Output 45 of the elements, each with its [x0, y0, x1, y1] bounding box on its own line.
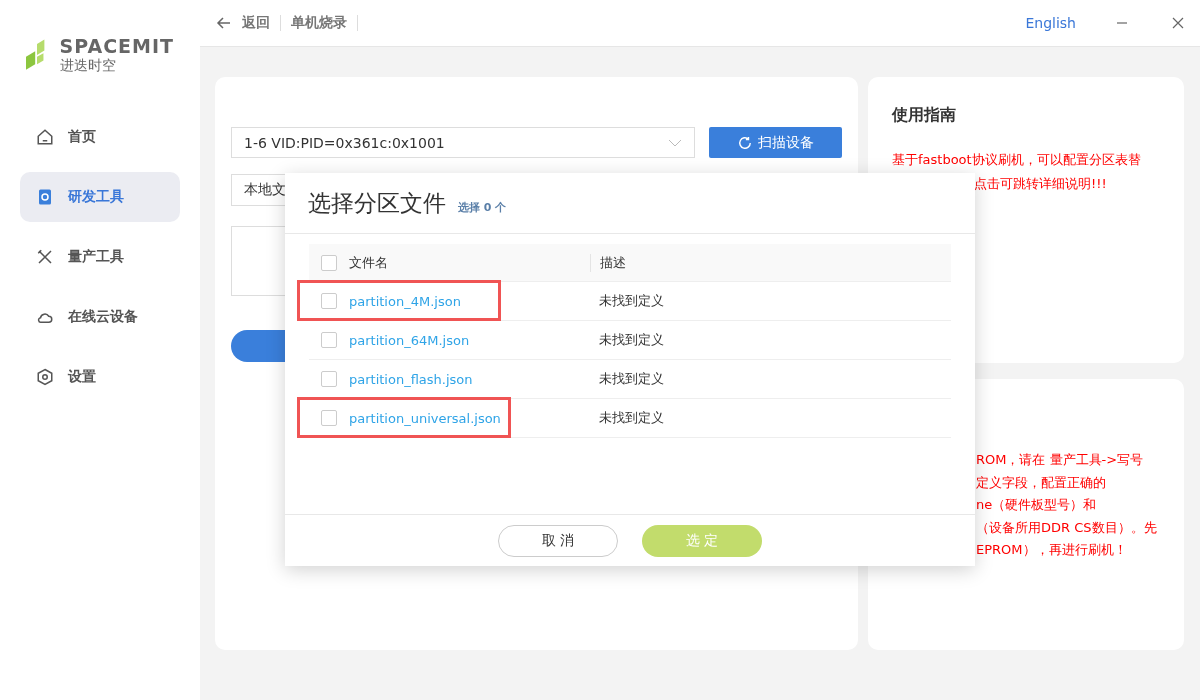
- select-all-checkbox[interactable]: [321, 254, 337, 271]
- file-name[interactable]: partition_universal.json: [349, 410, 599, 426]
- app-icon: [36, 188, 54, 206]
- notice-text: （设备所用DDR CS数目）。先: [975, 518, 1158, 537]
- selected-count: 选择 0 个: [458, 199, 507, 215]
- file-name[interactable]: partition_flash.json: [349, 371, 599, 387]
- refresh-icon: [737, 135, 752, 150]
- file-name[interactable]: partition_4M.json: [349, 293, 599, 309]
- row-checkbox[interactable]: [321, 332, 337, 348]
- notice-text: ne（硬件板型号）和: [975, 496, 1098, 514]
- guide-title: 使用指南: [892, 105, 957, 126]
- brand-subtitle: 进迭时空: [59, 56, 117, 74]
- file-description: 未找到定义: [599, 409, 664, 427]
- file-description: 未找到定义: [599, 370, 664, 388]
- back-arrow-icon[interactable]: [216, 15, 232, 31]
- settings-icon: [36, 368, 54, 386]
- row-checkbox[interactable]: [321, 293, 337, 309]
- sidebar-item[interactable]: 研发工具: [20, 172, 180, 222]
- dialog-title: 选择分区文件: [308, 188, 446, 218]
- tools-icon: [36, 248, 54, 266]
- notice-text: 定义字段，配置正确的: [975, 473, 1107, 492]
- sidebar-item[interactable]: 量产工具: [20, 232, 180, 282]
- sidebar-item[interactable]: 在线云设备: [20, 292, 180, 342]
- file-name[interactable]: partition_64M.json: [349, 332, 599, 348]
- notice-text: EPROM），再进行刷机！: [975, 541, 1128, 559]
- column-header: 描述: [599, 253, 626, 272]
- scan-button[interactable]: 扫描设备: [709, 127, 842, 158]
- device-select[interactable]: 1-6 VID:PID=0x361c:0x1001: [231, 127, 695, 158]
- guide-text[interactable]: 基于fastboot协议刷机，可以配置分区表替: [892, 148, 1184, 172]
- column-header: 文件名: [349, 253, 591, 272]
- home-icon: [36, 128, 54, 146]
- row-checkbox[interactable]: [321, 371, 337, 387]
- sidebar-item[interactable]: 首页: [20, 112, 180, 162]
- language-link[interactable]: English: [1025, 15, 1076, 31]
- notice-text: ROM，请在 量产工具->写号: [975, 451, 1145, 469]
- row-checkbox[interactable]: [321, 410, 337, 426]
- cancel-button[interactable]: 取 消: [498, 524, 618, 557]
- close-icon[interactable]: [1172, 17, 1184, 29]
- sidebar-item[interactable]: 设置: [20, 352, 180, 402]
- page-title: 单机烧录: [291, 14, 347, 32]
- back-link[interactable]: 返回: [242, 14, 270, 32]
- file-description: 未找到定义: [599, 331, 664, 349]
- file-description: 未找到定义: [599, 292, 664, 310]
- chevron-down-icon: [668, 138, 682, 147]
- brand-name: SPACEMIT: [59, 36, 174, 56]
